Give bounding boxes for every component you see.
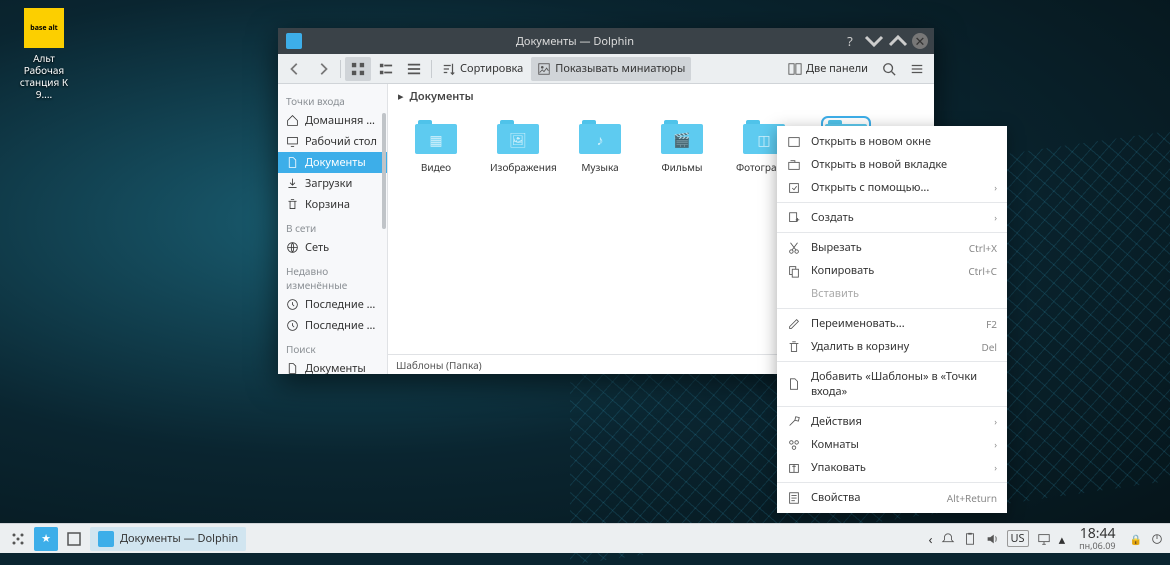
- app-launcher-button[interactable]: [6, 527, 30, 551]
- forward-button[interactable]: [310, 57, 336, 81]
- sidebar-item-recent-places[interactable]: Последние располо...: [278, 315, 387, 336]
- icons-view-button[interactable]: [345, 57, 371, 81]
- sidebar-header-search: Поиск: [278, 336, 387, 358]
- desktop-icon-label: Альт Рабочая станция К 9....: [12, 52, 76, 100]
- sidebar-item-network[interactable]: Сеть: [278, 237, 387, 258]
- chevron-right-icon: ›: [994, 461, 997, 474]
- tray-logout-icon[interactable]: [1150, 532, 1164, 546]
- folder-movies[interactable]: 🎬Фильмы: [654, 120, 710, 174]
- split-view-button[interactable]: Две панели: [782, 57, 874, 81]
- app-icon: [286, 33, 302, 49]
- tray-volume-icon[interactable]: [985, 532, 999, 546]
- menu-pack[interactable]: Упаковать›: [777, 456, 1007, 479]
- favorites-button[interactable]: ★: [34, 527, 58, 551]
- sidebar-header-net: В сети: [278, 215, 387, 237]
- dolphin-icon: [98, 531, 114, 547]
- minimize-button[interactable]: [864, 31, 884, 51]
- sidebar-item-home[interactable]: Домашняя папка: [278, 110, 387, 131]
- status-text: Шаблоны (Папка): [396, 358, 482, 372]
- menu-add-to-places[interactable]: Добавить «Шаблоны» в «Точки входа»: [777, 365, 1007, 403]
- breadcrumb[interactable]: ▸ Документы: [388, 84, 934, 108]
- folder-images[interactable]: 🖼Изображения: [490, 120, 546, 174]
- details-view-button[interactable]: [401, 57, 427, 81]
- tray-lock-icon[interactable]: 🔒: [1130, 532, 1142, 546]
- titlebar[interactable]: Документы — Dolphin ? ✕: [278, 28, 934, 54]
- chevron-right-icon: ›: [994, 211, 997, 224]
- menu-properties[interactable]: СвойстваAlt+Return: [777, 486, 1007, 509]
- compact-view-button[interactable]: [373, 57, 399, 81]
- menu-button[interactable]: [904, 57, 930, 81]
- search-button[interactable]: [876, 57, 902, 81]
- menu-open-new-tab[interactable]: Открыть в новой вкладке: [777, 153, 1007, 176]
- tray-clipboard-icon[interactable]: [963, 532, 977, 546]
- tray-chevron-icon[interactable]: ‹: [928, 530, 932, 548]
- menu-cut[interactable]: ВырезатьCtrl+X: [777, 236, 1007, 259]
- folder-icon: [825, 126, 867, 154]
- tray-notifications-icon[interactable]: [941, 532, 955, 546]
- sidebar-item-recent-files[interactable]: Последние файлы: [278, 294, 387, 315]
- menu-rooms[interactable]: Комнаты›: [777, 433, 1007, 456]
- chevron-right-icon: ›: [994, 438, 997, 451]
- help-button[interactable]: ?: [840, 31, 860, 51]
- menu-rename[interactable]: Переименовать...F2: [777, 312, 1007, 335]
- close-button[interactable]: ✕: [912, 33, 928, 49]
- taskbar-entry-dolphin[interactable]: Документы — Dolphin: [90, 527, 246, 551]
- toolbar: Сортировка Показывать миниатюры Две пане…: [278, 54, 934, 84]
- thumbnails-toggle[interactable]: Показывать миниатюры: [531, 57, 691, 81]
- sidebar: Точки входа Домашняя папка Рабочий стол …: [278, 84, 388, 374]
- music-icon: ♪: [579, 126, 621, 154]
- sidebar-header-places: Точки входа: [278, 88, 387, 110]
- maximize-button[interactable]: [888, 31, 908, 51]
- clock[interactable]: 18:44 пн,06.09: [1079, 527, 1115, 550]
- menu-open-new-window[interactable]: Открыть в новом окне: [777, 130, 1007, 153]
- context-menu: Открыть в новом окне Открыть в новой вкл…: [777, 126, 1007, 513]
- sidebar-scrollbar[interactable]: [381, 84, 387, 374]
- tray-updates-icon[interactable]: ▴: [1059, 530, 1066, 548]
- back-button[interactable]: [282, 57, 308, 81]
- menu-copy[interactable]: КопироватьCtrl+C: [777, 259, 1007, 282]
- sidebar-item-trash[interactable]: Корзина: [278, 194, 387, 215]
- menu-trash[interactable]: Удалить в корзинуDel: [777, 335, 1007, 358]
- photo-icon: ◫: [743, 126, 785, 154]
- taskbar: ★ Документы — Dolphin ‹ US ▴ 18:44 пн,06…: [0, 523, 1170, 553]
- clock-date: пн,06.09: [1079, 541, 1115, 550]
- menu-paste: Вставить: [777, 282, 1007, 305]
- basealt-logo-icon: base alt: [24, 8, 64, 48]
- chevron-right-icon: ›: [994, 181, 997, 194]
- film-icon: 🎬: [661, 126, 703, 154]
- folder-video[interactable]: ▦Видео: [408, 120, 464, 174]
- desktop-icon[interactable]: base alt Альт Рабочая станция К 9....: [12, 8, 76, 100]
- sidebar-item-search-docs[interactable]: Документы: [278, 358, 387, 374]
- sidebar-item-downloads[interactable]: Загрузки: [278, 173, 387, 194]
- tray-keyboard-layout[interactable]: US: [1007, 530, 1029, 547]
- sort-button[interactable]: Сортировка: [436, 57, 529, 81]
- window-title: Документы — Dolphin: [310, 34, 840, 49]
- video-icon: ▦: [415, 126, 457, 154]
- sidebar-item-desktop[interactable]: Рабочий стол: [278, 131, 387, 152]
- sidebar-item-documents[interactable]: Документы: [278, 152, 387, 173]
- folder-music[interactable]: ♪Музыка: [572, 120, 628, 174]
- show-desktop-button[interactable]: [62, 527, 86, 551]
- chevron-right-icon: ›: [994, 415, 997, 428]
- menu-create[interactable]: Создать›: [777, 206, 1007, 229]
- sidebar-header-recent: Недавно изменённые: [278, 258, 387, 294]
- image-icon: 🖼: [497, 126, 539, 154]
- tray-network-icon[interactable]: [1037, 532, 1051, 546]
- menu-open-with[interactable]: Открыть с помощью...›: [777, 176, 1007, 199]
- menu-actions[interactable]: Действия›: [777, 410, 1007, 433]
